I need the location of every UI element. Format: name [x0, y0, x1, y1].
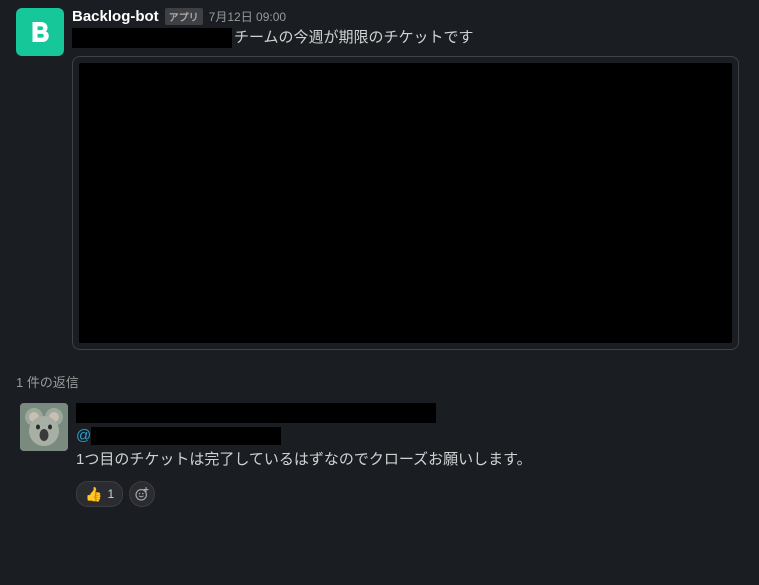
- app-badge: アプリ: [165, 8, 203, 25]
- backlog-logo-icon: [25, 17, 55, 47]
- attachment-image[interactable]: [79, 63, 732, 343]
- reply-message: @ 1つ目のチケットは完了しているはずなのでクローズお願いします。 👍 1: [0, 399, 759, 516]
- reactions-bar: 👍 1: [76, 481, 739, 507]
- message-header: Backlog-bot アプリ 7月12日 09:00: [72, 8, 739, 25]
- reaction-count: 1: [107, 487, 114, 501]
- attachment-container: [72, 56, 739, 350]
- sender-name[interactable]: Backlog-bot: [72, 8, 159, 25]
- redacted-team-name: [72, 28, 232, 48]
- mention-line: @: [76, 427, 739, 445]
- reaction-thumbsup[interactable]: 👍 1: [76, 481, 123, 507]
- redacted-mention: [91, 427, 281, 445]
- mention-at[interactable]: @: [76, 427, 91, 444]
- timestamp[interactable]: 7月12日 09:00: [209, 8, 286, 25]
- reply-text: 1つ目のチケットは完了しているはずなのでクローズお願いします。: [76, 449, 739, 472]
- add-reaction-icon: [134, 486, 150, 502]
- bot-message: Backlog-bot アプリ 7月12日 09:00 チームの今週が期限のチケ…: [0, 0, 759, 358]
- reply-body: @ 1つ目のチケットは完了しているはずなのでクローズお願いします。 👍 1: [76, 403, 739, 508]
- message-text: チームの今週が期限のチケットです: [72, 27, 739, 50]
- add-reaction-button[interactable]: [129, 481, 155, 507]
- koala-avatar-image: [20, 403, 68, 451]
- message-body: Backlog-bot アプリ 7月12日 09:00 チームの今週が期限のチケ…: [72, 8, 739, 350]
- redacted-reply-header: [76, 403, 436, 423]
- thread-reply-count[interactable]: 1 件の返信: [0, 358, 759, 399]
- message-text-suffix: チームの今週が期限のチケットです: [234, 29, 474, 46]
- user-avatar[interactable]: [20, 403, 68, 451]
- bot-avatar[interactable]: [16, 8, 64, 56]
- thumbsup-icon: 👍: [85, 486, 102, 503]
